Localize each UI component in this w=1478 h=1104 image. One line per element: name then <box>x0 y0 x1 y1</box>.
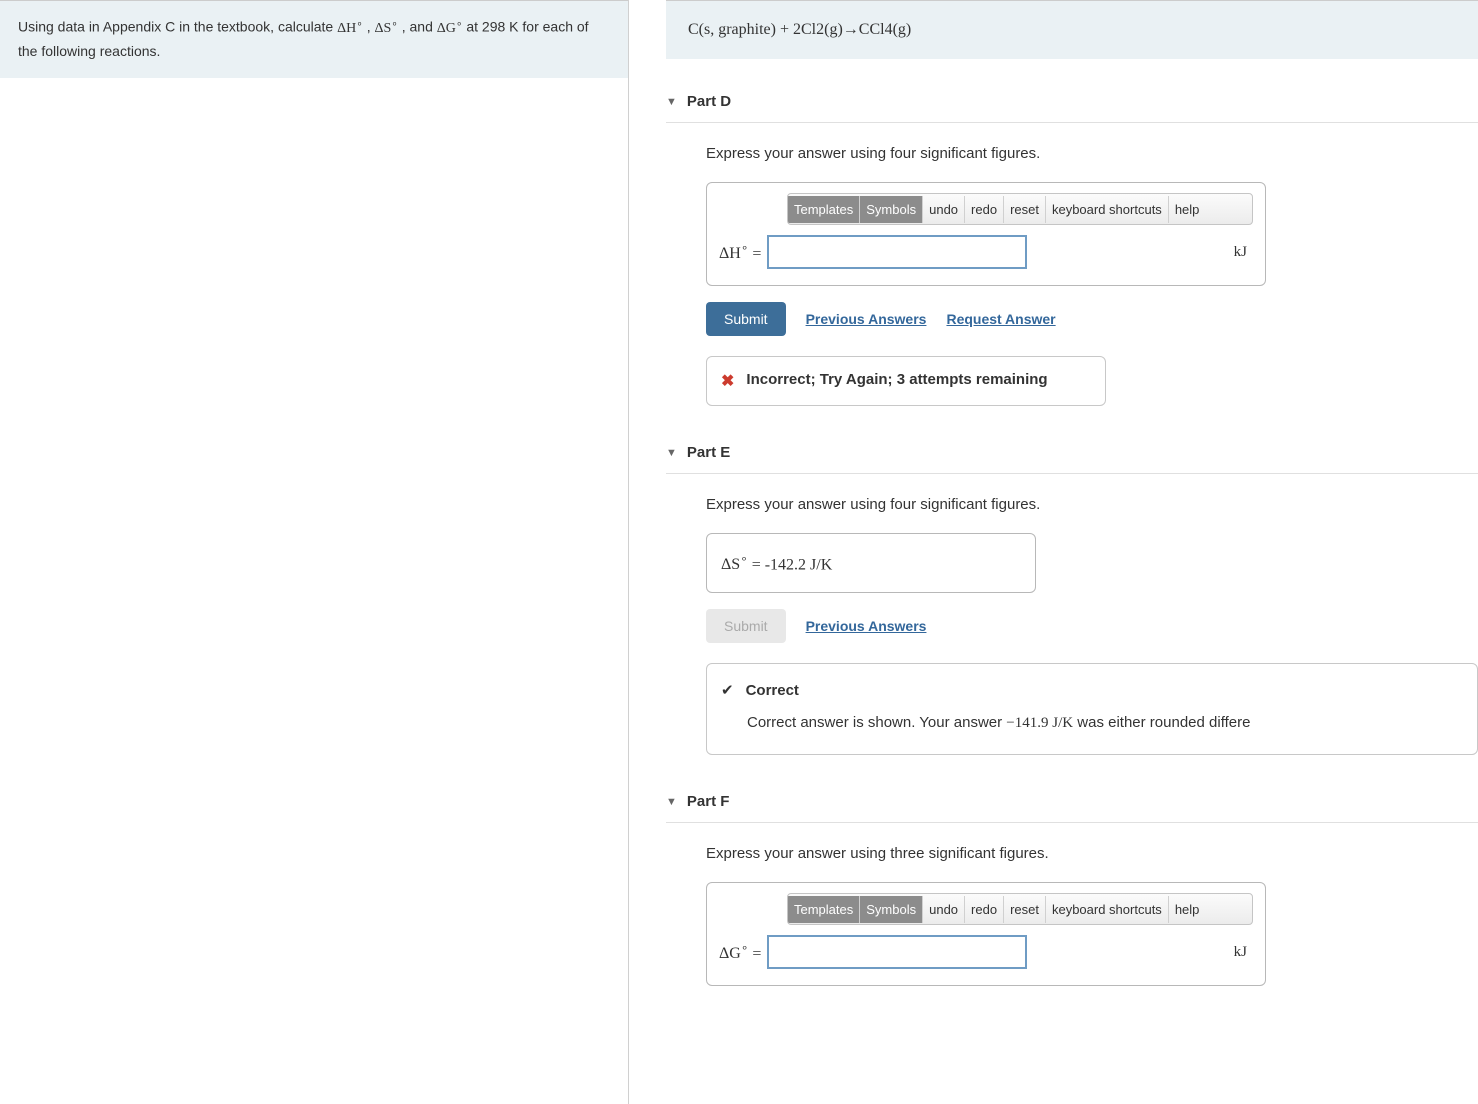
redo-button[interactable]: redo <box>965 196 1004 223</box>
symbols-button[interactable]: Symbols <box>860 896 923 923</box>
delta-g-symbol: ΔG∘ <box>437 21 463 36</box>
reset-button[interactable]: reset <box>1004 196 1046 223</box>
part-f-header[interactable]: ▼ Part F <box>666 785 1478 823</box>
part-f-answer-box: Templates Symbols undo redo reset keyboa… <box>706 882 1266 986</box>
correct-label: Correct <box>746 678 799 704</box>
equation-toolbar: Templates Symbols undo redo reset keyboa… <box>787 193 1253 225</box>
submit-button[interactable]: Submit <box>706 302 786 336</box>
delta-g-label: ΔG∘ = <box>719 941 767 963</box>
caret-down-icon: ▼ <box>666 96 677 108</box>
part-e-header[interactable]: ▼ Part E <box>666 436 1478 474</box>
delta-h-label: ΔH∘ = <box>719 241 767 263</box>
symbols-button[interactable]: Symbols <box>860 196 923 223</box>
help-button[interactable]: help <box>1169 196 1206 223</box>
delta-h-input[interactable] <box>767 235 1027 269</box>
caret-down-icon: ▼ <box>666 447 677 459</box>
correct-msg-post: was either rounded differe <box>1077 714 1250 731</box>
caret-down-icon: ▼ <box>666 796 677 808</box>
correct-msg-pre: Correct answer is shown. Your answer <box>747 714 1006 731</box>
templates-button[interactable]: Templates <box>788 896 860 923</box>
undo-button[interactable]: undo <box>923 896 965 923</box>
reset-button[interactable]: reset <box>1004 896 1046 923</box>
incorrect-feedback: ✖ Incorrect; Try Again; 3 attempts remai… <box>706 356 1106 406</box>
delta-h-symbol: ΔH∘ <box>337 21 363 36</box>
previous-answers-link[interactable]: Previous Answers <box>806 311 927 327</box>
part-e-instructions: Express your answer using four significa… <box>706 496 1478 513</box>
part-d-section: ▼ Part D Express your answer using four … <box>666 85 1478 406</box>
incorrect-text: Incorrect; Try Again; 3 attempts remaini… <box>746 371 1047 388</box>
part-e-title: Part E <box>687 444 730 461</box>
column-divider <box>628 0 638 1104</box>
question-text-pre: Using data in Appendix C in the textbook… <box>18 19 337 35</box>
help-button[interactable]: help <box>1169 896 1206 923</box>
part-f-section: ▼ Part F Express your answer using three… <box>666 785 1478 986</box>
request-answer-link[interactable]: Request Answer <box>946 311 1055 327</box>
part-e-section: ▼ Part E Express your answer using four … <box>666 436 1478 755</box>
part-e-answer-display: ΔS∘ = -142.2 J/K <box>706 533 1036 593</box>
templates-button[interactable]: Templates <box>788 196 860 223</box>
previous-answers-link[interactable]: Previous Answers <box>806 618 927 634</box>
question-prompt: Using data in Appendix C in the textbook… <box>0 0 628 78</box>
unit-kj: kJ <box>1234 244 1253 261</box>
check-icon: ✔ <box>721 678 734 704</box>
part-f-instructions: Express your answer using three signific… <box>706 845 1478 862</box>
x-icon: ✖ <box>721 371 734 391</box>
shortcuts-button[interactable]: keyboard shortcuts <box>1046 896 1169 923</box>
part-d-title: Part D <box>687 93 731 110</box>
undo-button[interactable]: undo <box>923 196 965 223</box>
unit-kj: kJ <box>1234 944 1253 961</box>
delta-g-input[interactable] <box>767 935 1027 969</box>
redo-button[interactable]: redo <box>965 896 1004 923</box>
shortcuts-button[interactable]: keyboard shortcuts <box>1046 196 1169 223</box>
your-answer-value: −141.9 J/K <box>1006 715 1073 731</box>
part-d-instructions: Express your answer using four significa… <box>706 145 1478 162</box>
correct-feedback: ✔ Correct Correct answer is shown. Your … <box>706 663 1478 755</box>
part-d-header[interactable]: ▼ Part D <box>666 85 1478 123</box>
part-d-answer-box: Templates Symbols undo redo reset keyboa… <box>706 182 1266 286</box>
submit-button-disabled: Submit <box>706 609 786 643</box>
reaction-equation: C(s, graphite) + 2Cl2(g)→CCl4(g) <box>666 0 1478 59</box>
part-f-title: Part F <box>687 793 730 810</box>
delta-s-symbol: ΔS∘ <box>374 21 397 36</box>
equation-toolbar: Templates Symbols undo redo reset keyboa… <box>787 893 1253 925</box>
